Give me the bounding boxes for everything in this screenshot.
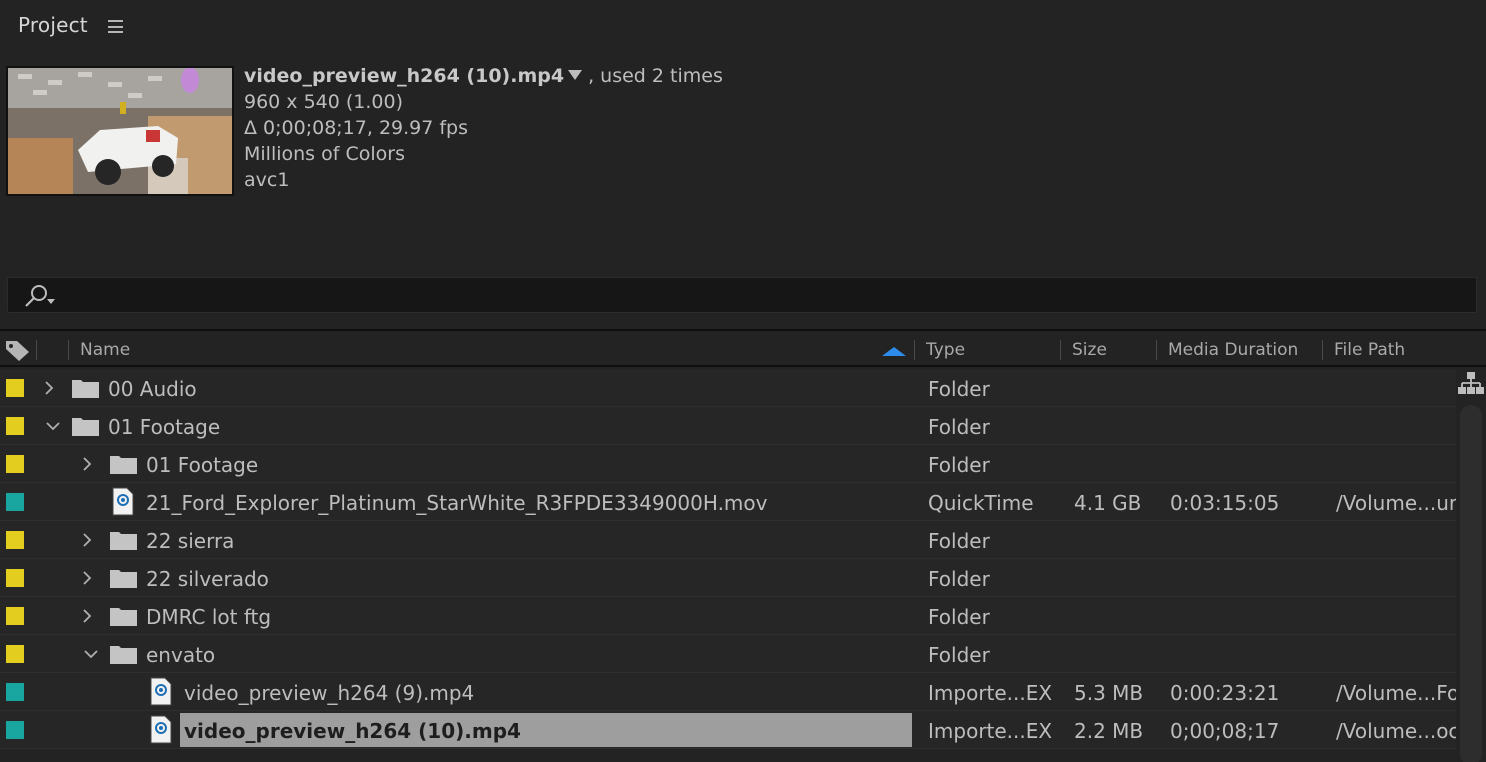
list-item[interactable]: 21_Ford_Explorer_Platinum_StarWhite_R3FP… [0,483,1456,521]
media-file-icon [112,487,134,516]
list-item[interactable]: 22 sierra Folder [0,521,1456,559]
clip-dimensions: 960 x 540 (1.00) [244,91,404,113]
item-type: Folder [928,567,990,591]
item-name: DMRC lot ftg [146,605,272,629]
media-file-icon [150,715,172,744]
chevron-right-icon[interactable] [80,455,94,473]
item-duration: 0:00:23:21 [1170,681,1280,705]
list-item[interactable]: video_preview_h264 (9).mp4 Importe...EX … [0,673,1456,711]
scrollbar-track[interactable] [1460,405,1482,762]
item-name: 22 sierra [146,529,235,553]
column-name[interactable]: Name [70,331,910,367]
item-path: /Volume...Fo [1336,681,1456,705]
item-size: 5.3 MB [1074,681,1144,705]
column-separator[interactable] [1156,340,1157,360]
label-color-swatch[interactable] [6,645,24,663]
item-type: Folder [928,453,990,477]
column-size[interactable]: Size [1062,331,1152,367]
search-bar [7,277,1477,313]
item-type: Folder [928,643,990,667]
folder-icon [109,529,138,551]
item-name: 00 Audio [108,377,197,401]
folder-icon [71,377,100,399]
chevron-down-icon[interactable] [82,645,98,663]
clip-info: video_preview_h264 (10).mp4 , used 2 time… [244,63,723,193]
item-name: video_preview_h264 (9).mp4 [184,681,475,705]
clip-codec: avc1 [244,169,290,191]
list-item[interactable]: 22 silverado Folder [0,559,1456,597]
list-item[interactable]: 00 Audio Folder [0,369,1456,407]
label-color-swatch[interactable] [6,493,24,511]
clip-colors: Millions of Colors [244,143,405,165]
column-type[interactable]: Type [916,331,1056,367]
folder-icon [109,605,138,627]
item-size: 2.2 MB [1074,719,1144,743]
search-icon[interactable] [22,284,62,308]
folder-icon [71,415,100,437]
search-input[interactable] [68,282,1458,308]
item-name: 01 Footage [146,453,259,477]
label-color-swatch[interactable] [6,379,24,397]
label-tag-icon[interactable] [4,338,32,362]
column-separator[interactable] [1322,340,1323,360]
item-type: Importe...EX [928,719,1053,743]
list-item[interactable]: 01 Footage Folder [0,445,1456,483]
item-name: 01 Footage [108,415,221,439]
chevron-right-icon[interactable] [42,379,56,397]
item-type: Folder [928,529,990,553]
clip-duration: Δ 0;00;08;17, 29.97 fps [244,117,469,139]
item-name: 21_Ford_Explorer_Platinum_StarWhite_R3FP… [146,491,768,515]
vertical-scrollbar[interactable] [1456,369,1486,762]
item-name[interactable]: video_preview_h264 (10).mp4 [184,718,521,744]
label-color-swatch[interactable] [6,721,24,739]
item-name: 22 silverado [146,567,269,591]
item-path: /Volume...oc [1336,719,1456,743]
folder-icon [109,453,138,475]
column-separator[interactable] [914,340,915,360]
list-item[interactable]: envato Folder [0,635,1456,673]
chevron-right-icon[interactable] [80,569,94,587]
label-color-swatch[interactable] [6,683,24,701]
label-color-swatch[interactable] [6,417,24,435]
clip-dropdown-icon[interactable] [568,70,583,80]
column-separator[interactable] [68,340,69,360]
column-file-path[interactable]: File Path [1324,331,1464,367]
media-file-icon [150,677,172,706]
label-color-swatch[interactable] [6,531,24,549]
panel-menu-icon[interactable] [108,20,123,33]
item-type: Folder [928,605,990,629]
label-color-swatch[interactable] [6,569,24,587]
clip-thumbnail[interactable] [6,66,234,196]
project-item-list: 00 Audio Folder 01 Footage Folder 01 Foo… [0,369,1456,749]
chevron-right-icon[interactable] [80,607,94,625]
folder-icon [109,567,138,589]
column-separator[interactable] [36,340,37,360]
label-color-swatch[interactable] [6,607,24,625]
item-type: QuickTime [928,491,1034,515]
item-duration: 0:03:15:05 [1170,491,1280,515]
item-type: Folder [928,415,990,439]
item-type: Importe...EX [928,681,1053,705]
item-path: /Volume...ur [1336,491,1456,515]
chevron-right-icon[interactable] [80,531,94,549]
clip-name: video_preview_h264 (10).mp4 [244,65,565,87]
item-duration: 0;00;08;17 [1170,719,1280,743]
label-color-swatch[interactable] [6,455,24,473]
column-separator[interactable] [1060,340,1061,360]
item-name: envato [146,643,216,667]
panel-header: Project [0,0,1486,54]
clip-usage: , used 2 times [588,65,723,87]
column-header: Name Type Size Media Duration File Path [0,329,1486,367]
list-item[interactable]: DMRC lot ftg Folder [0,597,1456,635]
panel-title[interactable]: Project [18,13,88,37]
item-type: Folder [928,377,990,401]
list-item-selected[interactable]: video_preview_h264 (10).mp4 Importe...EX… [0,711,1456,749]
item-size: 4.1 GB [1074,491,1142,515]
sort-ascending-icon[interactable] [882,347,906,356]
chevron-down-icon[interactable] [44,417,60,435]
column-media-duration[interactable]: Media Duration [1158,331,1318,367]
hierarchy-icon[interactable] [1458,371,1484,397]
list-item[interactable]: 01 Footage Folder [0,407,1456,445]
folder-icon [109,643,138,665]
